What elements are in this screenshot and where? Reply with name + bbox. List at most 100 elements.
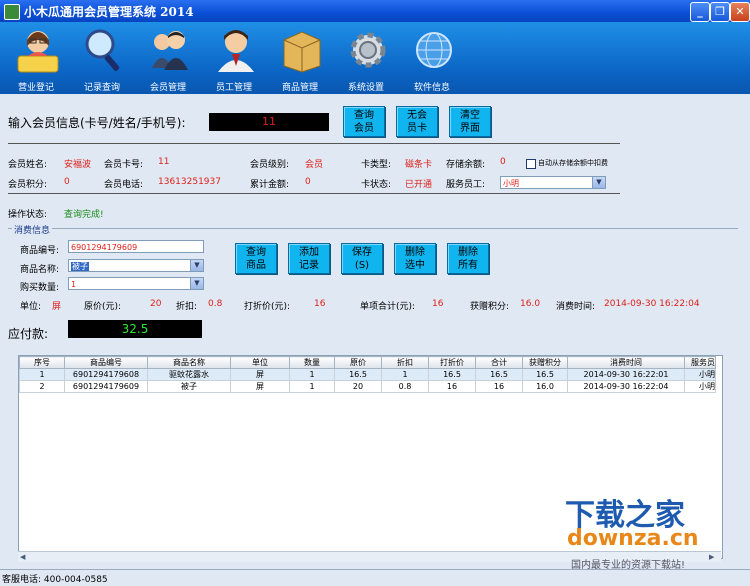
chevron-down-icon[interactable]: ▼ xyxy=(592,177,605,188)
card-type-value: 磁条卡 xyxy=(405,160,433,170)
toolbar-label: 记录查询 xyxy=(83,83,120,93)
member-phone-label: 会员电话: xyxy=(104,180,144,190)
toolbar-member-manage[interactable]: 会员管理 xyxy=(136,24,200,94)
member-phone-value: 13613251937 xyxy=(158,177,221,187)
table-row[interactable]: 2 6901294179609 被子 屏 1 20 0.8 16 16 16.0… xyxy=(19,380,716,393)
save-button[interactable]: 保存 (S) xyxy=(341,243,383,274)
col-header[interactable]: 商品名称 xyxy=(147,356,231,369)
toolbar-business-register[interactable]: 营业登记 xyxy=(4,24,68,94)
toolbar-software-info[interactable]: 软件信息 xyxy=(400,24,464,94)
col-header[interactable]: 服务员 xyxy=(684,356,716,369)
payable-display: 32.5 xyxy=(68,320,202,338)
cell: 16.5 xyxy=(428,368,476,381)
add-record-button[interactable]: 添加 记录 xyxy=(288,243,330,274)
card-type-label: 卡类型: xyxy=(361,160,392,170)
goods-name-label: 商品名称: xyxy=(20,265,60,275)
query-goods-button[interactable]: 查询 商品 xyxy=(235,243,277,274)
toolbar-label: 软件信息 xyxy=(413,83,450,93)
maximize-button[interactable]: ❐ xyxy=(710,2,730,22)
toolbar-label: 会员管理 xyxy=(149,83,186,93)
toolbar-label: 员工管理 xyxy=(215,83,252,93)
search-label: 输入会员信息(卡号/姓名/手机号): xyxy=(8,116,186,130)
scroll-left-icon[interactable]: ◀ xyxy=(20,553,28,561)
hotline-text: 客服电话: 400-004-0585 xyxy=(2,575,108,585)
cell: 小明 xyxy=(684,380,716,393)
toolbar-label: 营业登记 xyxy=(17,83,54,93)
member-name-value: 安福波 xyxy=(64,160,92,170)
col-header[interactable]: 序号 xyxy=(19,356,65,369)
qty-select[interactable]: 1 ▼ xyxy=(68,277,204,290)
auto-deduct-checkbox[interactable] xyxy=(526,159,536,169)
delete-all-button[interactable]: 删除 所有 xyxy=(447,243,489,274)
cell: 16 xyxy=(428,380,476,393)
member-card-label: 会员卡号: xyxy=(104,160,144,170)
consume-time-label: 消费时间: xyxy=(556,302,596,312)
col-header[interactable]: 单位 xyxy=(230,356,290,369)
divider xyxy=(8,193,620,194)
delete-selected-button[interactable]: 删除 选中 xyxy=(394,243,436,274)
chevron-down-icon[interactable]: ▼ xyxy=(190,278,203,289)
magnifier-icon xyxy=(85,29,120,72)
balance-label: 存储余额: xyxy=(446,160,486,170)
cell: 20 xyxy=(334,380,382,393)
member-card-value: 11 xyxy=(158,157,170,167)
total-amount-value: 0 xyxy=(305,177,311,187)
clear-screen-button[interactable]: 清空 界面 xyxy=(449,106,491,137)
cell: 16.5 xyxy=(475,368,523,381)
cell: 2014-09-30 16:22:04 xyxy=(567,380,685,393)
col-header[interactable]: 消费时间 xyxy=(567,356,685,369)
goods-code-input[interactable]: 6901294179609 xyxy=(68,240,204,253)
price-label: 原价(元): xyxy=(84,302,122,312)
toolbar-label: 商品管理 xyxy=(281,83,318,93)
col-header[interactable]: 商品编号 xyxy=(64,356,148,369)
cell: 6901294179609 xyxy=(64,380,148,393)
col-header[interactable]: 原价 xyxy=(334,356,382,369)
cell: 屏 xyxy=(230,380,290,393)
cell: 2014-09-30 16:22:01 xyxy=(567,368,685,381)
op-status-value: 查询完成! xyxy=(64,210,104,220)
status-bar: 客服电话: 400-004-0585 xyxy=(0,569,750,586)
goods-name-select[interactable]: 被子 ▼ xyxy=(68,259,204,272)
qty-value: 1 xyxy=(71,280,77,289)
staff-select-value: 小明 xyxy=(503,179,519,188)
cell: 16.5 xyxy=(522,368,568,381)
chevron-down-icon[interactable]: ▼ xyxy=(190,260,203,271)
goods-name-value: 被子 xyxy=(71,262,89,271)
auto-deduct-label: 自动从存储余额中扣费 xyxy=(538,159,608,167)
gain-points-value: 16.0 xyxy=(520,299,541,309)
member-points-value: 0 xyxy=(64,177,70,187)
watermark-domain: downza.cn xyxy=(567,526,699,551)
close-button[interactable]: ✕ xyxy=(730,2,750,22)
gear-icon xyxy=(350,32,386,68)
col-header[interactable]: 数量 xyxy=(289,356,335,369)
cell: 1 xyxy=(289,368,335,381)
toolbar-system-settings[interactable]: 系统设置 xyxy=(334,24,398,94)
gain-points-label: 获赠积分: xyxy=(470,302,510,312)
minimize-button[interactable]: _ xyxy=(690,2,710,22)
payable-label: 应付款: xyxy=(8,327,49,341)
col-header[interactable]: 打折价 xyxy=(428,356,476,369)
table-header-row: 序号 商品编号 商品名称 单位 数量 原价 折扣 打折价 合计 获赠积分 消费时… xyxy=(19,356,716,369)
query-member-button[interactable]: 查询 会员 xyxy=(343,106,385,137)
table-row[interactable]: 1 6901294179608 驱蚊花露水 屏 1 16.5 1 16.5 16… xyxy=(19,368,716,381)
staff-select[interactable]: 小明 ▼ xyxy=(500,176,606,189)
discount-price-value: 16 xyxy=(314,299,326,309)
cell: 16.0 xyxy=(522,380,568,393)
col-header[interactable]: 获赠积分 xyxy=(522,356,568,369)
no-card-button[interactable]: 无会 员卡 xyxy=(396,106,438,137)
consume-time-value: 2014-09-30 16:22:04 xyxy=(604,299,700,309)
col-header[interactable]: 合计 xyxy=(475,356,523,369)
toolbar-staff-manage[interactable]: 员工管理 xyxy=(202,24,266,94)
staff-icon xyxy=(218,30,254,72)
cell: 0.8 xyxy=(381,380,429,393)
member-name-label: 会员姓名: xyxy=(8,160,48,170)
window-title: 小木瓜通用会员管理系统 2014 xyxy=(24,5,194,19)
subtotal-value: 16 xyxy=(432,299,444,309)
member-level-value: 会员 xyxy=(305,160,324,170)
toolbar-record-query[interactable]: 记录查询 xyxy=(70,24,134,94)
col-header[interactable]: 折扣 xyxy=(381,356,429,369)
cell: 1 xyxy=(19,368,65,381)
toolbar-goods-manage[interactable]: 商品管理 xyxy=(268,24,332,94)
divider xyxy=(8,143,620,144)
member-search-input[interactable]: 11 xyxy=(209,113,329,131)
